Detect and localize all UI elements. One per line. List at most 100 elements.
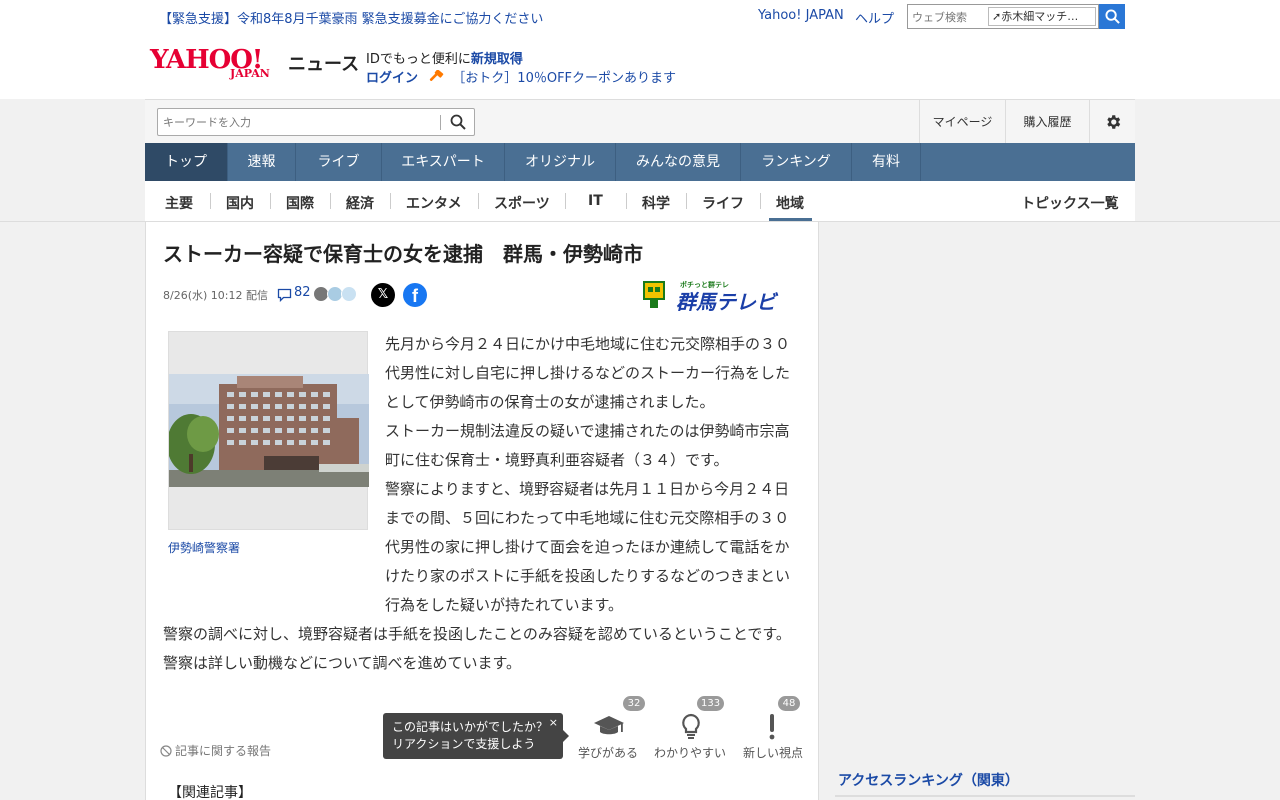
category-main[interactable]: 主要 (165, 193, 193, 213)
main-nav: トップ 速報 ライブ エキスパート オリジナル みんなの意見 ランキング 有料 (145, 143, 1135, 181)
top-header: 【緊急支援】令和8年8月千葉豪雨 緊急支援募金にご協力ください Yahoo! J… (0, 0, 1280, 99)
reaction-clear-button[interactable]: 133 わかりやすい (652, 696, 734, 760)
reaction-count: 133 (697, 696, 725, 711)
help-link[interactable]: ヘルプ (855, 8, 894, 27)
purchase-history-link[interactable]: 購入履歴 (1005, 100, 1089, 144)
id-promo: IDでもっと便利に新規取得 (366, 48, 523, 67)
graduation-cap-icon (594, 716, 624, 735)
web-search-box: ➚赤木細マッチ… (907, 4, 1099, 29)
trend-word-chip[interactable]: ➚赤木細マッチ… (988, 7, 1096, 26)
commenter-avatars[interactable] (313, 286, 359, 302)
mypage-link[interactable]: マイページ (919, 100, 1005, 144)
article-title: ストーカー容疑で保育士の女を逮捕 群馬・伊勢崎市 (163, 242, 643, 266)
access-ranking-heading[interactable]: アクセスランキング（関東） (838, 770, 1019, 790)
exclamation-icon (769, 714, 775, 740)
category-life[interactable]: ライフ (702, 193, 744, 213)
nav-ranking[interactable]: ランキング (741, 143, 852, 181)
category-sports[interactable]: スポーツ (494, 193, 550, 213)
report-article-link[interactable]: 記事に関する報告 (160, 742, 271, 759)
category-divider (390, 193, 391, 209)
coupon-link[interactable]: ［おトク］10％OFFクーポンあります (452, 71, 676, 86)
category-divider (478, 193, 479, 209)
nav-live[interactable]: ライブ (296, 143, 382, 181)
gear-icon (1107, 115, 1121, 129)
category-divider (626, 193, 627, 209)
category-domestic[interactable]: 国内 (226, 193, 254, 213)
reaction-count: 48 (778, 696, 800, 711)
source-logo[interactable]: ポチっと群テレ 群馬テレビ (642, 278, 792, 314)
search-divider (440, 115, 441, 130)
id-promo-text: IDでもっと便利に (366, 52, 471, 67)
reaction-label: 新しい視点 (743, 746, 804, 760)
reaction-new-perspective-button[interactable]: 48 新しい視点 (740, 696, 810, 760)
keyword-search-box (157, 108, 475, 136)
register-link[interactable]: 新規取得 (471, 52, 523, 67)
yahoo-news-logo[interactable]: YAHOO! JAPAN (150, 45, 290, 83)
article-body: 先月から今月２４日にかけ中毛地域に住む元交際相手の３０代男性に対し自宅に押し掛け… (163, 330, 803, 678)
publish-date: 8/26(水) 10:12 (163, 289, 243, 302)
settings-button[interactable] (1089, 100, 1135, 144)
hammer-icon (429, 70, 444, 81)
category-divider (760, 193, 761, 209)
reaction-label: 学びがある (578, 746, 639, 760)
tooltip-line1: この記事はいかがでしたか？ (392, 720, 549, 734)
search-icon[interactable] (450, 114, 466, 130)
login-link[interactable]: ログイン (366, 71, 418, 86)
avatar (341, 286, 357, 302)
search-icon (1105, 9, 1120, 24)
reaction-count: 32 (623, 696, 645, 711)
nav-original[interactable]: オリジナル (505, 143, 616, 181)
reaction-prompt-tooltip: この記事はいかがでしたか？ リアクションで支援しよう × (383, 713, 569, 759)
article-paragraph: 警察の調べに対し、境野容疑者は手紙を投函したことのみ容疑を認めているということで… (163, 625, 791, 672)
yahoo-japan-link[interactable]: Yahoo! JAPAN (758, 8, 844, 23)
share-x-button[interactable]: 𝕏 (371, 283, 395, 307)
login-promo: ログイン ［おトク］10％OFFクーポンあります (366, 67, 676, 86)
trend-word: 赤木細マッチ… (1001, 10, 1079, 23)
tooltip-arrow (563, 730, 569, 742)
source-tagline: ポチっと群テレ (680, 280, 729, 289)
article-meta: 8/26(水) 10:12 配信 (163, 287, 268, 303)
report-article-label: 記事に関する報告 (175, 744, 272, 758)
category-divider (210, 193, 211, 209)
category-economy[interactable]: 経済 (346, 193, 374, 213)
comment-count[interactable]: 82 (294, 285, 311, 300)
tooltip-close-button[interactable]: × (549, 714, 558, 731)
category-local[interactable]: 地域 (776, 193, 804, 213)
keyword-search-input[interactable] (163, 114, 433, 131)
share-facebook-button[interactable]: f (403, 283, 427, 307)
photo-float-space (163, 330, 385, 620)
facebook-logo-icon: f (412, 286, 418, 306)
news-toolbar: マイページ 購入履歴 (145, 99, 1135, 144)
category-entertainment[interactable]: エンタメ (406, 193, 462, 213)
category-international[interactable]: 国際 (286, 193, 314, 213)
nav-breaking[interactable]: 速報 (228, 143, 296, 181)
trend-arrow-icon: ➚ (992, 10, 1002, 23)
category-divider (330, 193, 331, 209)
nav-opinions[interactable]: みんなの意見 (616, 143, 741, 181)
category-divider (270, 193, 271, 209)
nav-expert[interactable]: エキスパート (382, 143, 505, 181)
lightbulb-icon (682, 713, 700, 739)
logo-news-text: ニュース (288, 54, 360, 75)
comment-icon[interactable] (277, 288, 292, 302)
category-science[interactable]: 科学 (642, 193, 670, 213)
article-card: ストーカー容疑で保育士の女を逮捕 群馬・伊勢崎市 8/26(水) 10:12 配… (145, 222, 819, 800)
reaction-label: わかりやすい (654, 746, 727, 760)
emergency-support-link[interactable]: 【緊急支援】令和8年8月千葉豪雨 緊急支援募金にご協力ください (159, 8, 543, 27)
related-articles-heading: 【関連記事】 (168, 785, 252, 800)
category-divider (565, 193, 566, 209)
web-search-input[interactable] (912, 8, 988, 26)
ranking-divider (835, 795, 1135, 797)
nav-paid[interactable]: 有料 (852, 143, 921, 181)
topics-list-link[interactable]: トピックス一覧 (1021, 193, 1119, 213)
source-name: 群馬テレビ (676, 290, 779, 312)
x-logo-icon: 𝕏 (377, 287, 389, 302)
logo-japan-text: JAPAN (230, 67, 270, 80)
category-it[interactable]: IT (588, 193, 603, 209)
category-nav: 主要 国内 国際 経済 エンタメ スポーツ IT 科学 ライフ 地域 トピックス… (145, 181, 1135, 221)
nav-top[interactable]: トップ (145, 143, 228, 181)
delivered-label: 配信 (245, 289, 268, 302)
category-divider (686, 193, 687, 209)
reaction-learn-button[interactable]: 32 学びがある (574, 696, 645, 760)
web-search-button[interactable] (1099, 4, 1125, 29)
